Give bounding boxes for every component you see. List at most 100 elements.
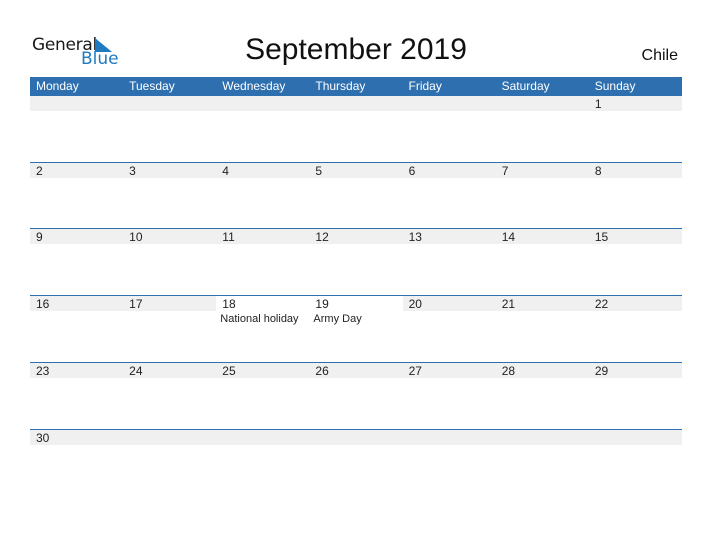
day-number: 13 <box>408 230 422 245</box>
day-cell[interactable]: 3 <box>123 162 217 229</box>
day-strip <box>216 429 310 445</box>
day-cell[interactable]: 9 <box>30 229 124 295</box>
day-strip <box>588 162 682 178</box>
day-cell[interactable]: 10 <box>123 229 217 295</box>
day-number: 1 <box>594 97 602 111</box>
holiday-label: Army Day <box>313 313 362 326</box>
day-cell[interactable]: 2 <box>30 162 124 229</box>
week-row: 9 10 11 12 13 14 15 <box>30 228 682 296</box>
weekday-saturday: Saturday <box>501 79 550 93</box>
empty-cell <box>30 96 124 162</box>
day-cell[interactable]: 13 <box>402 229 496 295</box>
week-row: 30 <box>30 428 682 497</box>
day-number: 28 <box>501 363 516 378</box>
day-strip <box>309 162 403 178</box>
day-cell[interactable]: 29 <box>588 362 682 429</box>
day-cell[interactable]: 26 <box>309 362 403 429</box>
day-cell[interactable]: 11 <box>216 229 310 295</box>
empty-cell <box>123 96 217 162</box>
day-number: 2 <box>36 163 43 178</box>
day-number: 20 <box>408 297 422 312</box>
day-number: 25 <box>222 363 236 378</box>
day-number: 15 <box>594 230 609 245</box>
day-number: 7 <box>501 163 509 178</box>
day-cell[interactable]: 21 <box>495 296 589 362</box>
empty-cell <box>309 96 403 162</box>
day-number: 6 <box>408 163 416 178</box>
day-number: 8 <box>594 163 602 178</box>
empty-cell <box>309 429 403 496</box>
day-number: 5 <box>315 163 323 178</box>
day-number: 29 <box>594 363 609 378</box>
day-number: 22 <box>594 297 609 312</box>
day-strip <box>402 162 496 178</box>
day-number: 16 <box>36 297 50 312</box>
empty-cell <box>402 429 496 496</box>
day-cell[interactable]: 27 <box>402 362 496 429</box>
day-strip <box>402 96 496 111</box>
week-row: 16 17 18 National holiday 19 Army Day 20 21 22 <box>30 295 682 363</box>
day-number: 21 <box>501 297 516 312</box>
empty-cell <box>588 429 682 496</box>
day-strip <box>30 229 124 245</box>
day-strip <box>495 162 589 178</box>
day-number: 27 <box>408 363 422 378</box>
calendar-title: September 2019 <box>245 33 467 66</box>
day-cell[interactable]: 25 <box>216 362 310 429</box>
day-number: 17 <box>129 297 143 312</box>
holiday-label: National holiday <box>220 313 299 326</box>
weekday-friday: Friday <box>408 79 442 93</box>
weekday-tuesday: Tuesday <box>129 79 175 93</box>
day-strip <box>309 96 403 111</box>
day-cell[interactable]: 28 <box>495 362 589 429</box>
country-label: Chile <box>641 47 678 64</box>
day-strip <box>30 162 124 178</box>
day-number: 30 <box>36 430 50 445</box>
day-strip <box>123 96 217 111</box>
day-cell[interactable]: 17 <box>123 296 217 362</box>
day-strip <box>495 96 589 111</box>
day-cell[interactable]: 12 <box>309 229 403 295</box>
day-number: 10 <box>129 230 143 245</box>
weekday-monday: Monday <box>36 79 79 93</box>
day-cell[interactable]: 18 National holiday <box>216 296 310 362</box>
week-row: 2 3 4 5 6 7 8 <box>30 161 682 230</box>
weekday-thursday: Thursday <box>315 79 366 93</box>
empty-cell <box>495 96 589 162</box>
day-cell[interactable]: 4 <box>216 162 310 229</box>
day-cell[interactable]: 15 <box>588 229 682 295</box>
day-strip <box>588 429 682 445</box>
empty-cell <box>495 429 589 496</box>
empty-cell <box>123 429 217 496</box>
day-cell[interactable]: 14 <box>495 229 589 295</box>
day-cell[interactable]: 5 <box>309 162 403 229</box>
day-number: 4 <box>222 163 229 178</box>
day-cell[interactable]: 30 <box>30 429 124 496</box>
empty-cell <box>216 96 310 162</box>
day-number: 11 <box>222 230 235 245</box>
weekday-header: Monday Tuesday Wednesday Thursday Friday Satu… <box>30 77 682 96</box>
day-cell[interactable]: 20 <box>402 296 496 362</box>
day-cell[interactable]: 23 <box>30 362 124 429</box>
day-strip <box>123 429 217 445</box>
day-number: 12 <box>315 230 329 245</box>
weekday-wednesday: Wednesday <box>222 79 286 93</box>
day-cell[interactable]: 16 <box>30 296 124 362</box>
day-number: 18 <box>222 297 236 312</box>
day-cell[interactable]: 6 <box>402 162 496 229</box>
day-cell[interactable]: 7 <box>495 162 589 229</box>
day-cell[interactable]: 8 <box>588 162 682 229</box>
day-cell[interactable]: 24 <box>123 362 217 429</box>
day-number: 26 <box>315 363 329 378</box>
day-number: 19 <box>315 297 329 312</box>
week-row: 1 <box>30 96 682 163</box>
day-cell[interactable]: 19 Army Day <box>309 296 403 362</box>
empty-cell <box>216 429 310 496</box>
day-cell[interactable]: 22 <box>588 296 682 362</box>
day-strip <box>216 162 310 178</box>
day-number: 24 <box>129 363 143 378</box>
day-strip <box>588 96 682 111</box>
day-cell[interactable]: 1 <box>588 96 682 162</box>
day-strip <box>495 429 589 445</box>
weekday-sunday: Sunday <box>594 79 636 93</box>
